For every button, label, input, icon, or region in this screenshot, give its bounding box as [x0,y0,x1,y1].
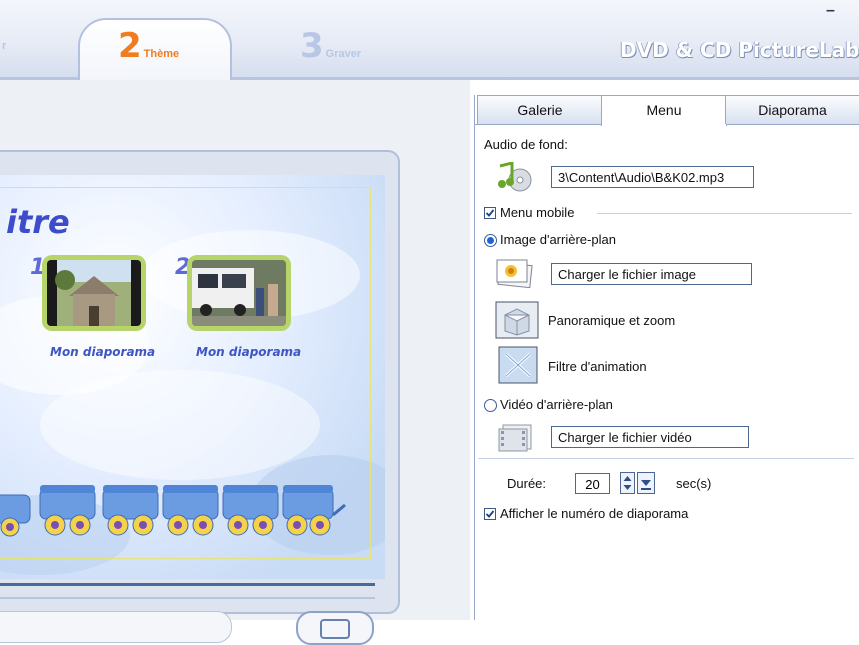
menu-preview-canvas[interactable]: itre 1 Mon diaporama 2 Mon diaporama [0,175,385,579]
show-number-checkbox[interactable] [484,508,496,520]
train-decoration [0,485,346,537]
menu-title-text[interactable]: itre [6,203,70,241]
bg-video-radio[interactable] [484,399,497,412]
preview-bottom-divider [0,597,375,599]
menu-mobile-divider [597,213,852,214]
music-note-icon[interactable] [494,162,536,192]
step-3-label: Graver [325,48,362,60]
show-number-label[interactable]: Afficher le numéro de diaporama [500,506,688,521]
pan-zoom-label[interactable]: Panoramique et zoom [548,313,675,328]
duration-unit: sec(s) [676,476,712,491]
animation-filter-label[interactable]: Filtre d'animation [548,359,647,374]
step-1-tab[interactable]: r [0,40,6,52]
bg-video-label[interactable]: Vidéo d'arrière-plan [500,397,613,412]
app-title: DVD & CD PictureLab 3 [620,38,859,62]
step-3-number: 3 [300,26,324,66]
load-image-button[interactable]: Charger le fichier image [551,263,752,285]
menu-mobile-checkbox[interactable] [484,207,496,219]
duration-divider [478,458,854,459]
sparkle-filter-icon[interactable] [498,346,538,384]
preview-bottom-bar [0,583,375,586]
thumbnail-1[interactable] [42,255,146,331]
tab-menu[interactable]: Menu [601,95,727,126]
duration-spinner[interactable] [620,472,635,494]
step-2-number: 2 [118,26,142,66]
thumbnail-2-image [192,260,286,326]
duration-label: Durée: [507,476,547,491]
film-icon[interactable] [497,421,537,453]
menu-mobile-label[interactable]: Menu mobile [500,205,574,220]
thumbnail-2[interactable] [187,255,291,331]
step-2-tab-content: 2 Thème [118,26,179,66]
thumbnail-1-caption[interactable]: Mon diaporama [50,345,155,359]
thumbnail-2-caption[interactable]: Mon diaporama [196,345,301,359]
audio-file-field[interactable]: 3\Content\Audio\B&K02.mp3 [551,166,754,188]
settings-tab-bar: Galerie Menu Diaporama [474,95,859,126]
screen-icon [320,619,350,639]
checkmark-icon [485,209,495,217]
tab-galerie[interactable]: Galerie [477,95,603,124]
load-video-button[interactable]: Charger le fichier vidéo [551,426,749,448]
checkmark-icon [485,510,495,518]
navigation-control[interactable] [0,611,232,643]
tab-diaporama[interactable]: Diaporama [725,95,859,124]
thumbnail-1-image [47,260,141,326]
audio-label: Audio de fond: [484,137,568,152]
step-3-tab[interactable]: 3 Graver [300,26,361,66]
step-2-label: Thème [143,48,180,60]
chevron-down-icon [641,480,651,490]
preview-toggle-button[interactable] [296,611,374,645]
step-1-label: r [2,40,7,52]
duration-dropdown[interactable] [637,472,655,494]
minimize-button[interactable]: – [826,2,835,20]
bg-image-label[interactable]: Image d'arrière-plan [500,232,616,247]
spin-arrows-icon [623,476,632,490]
duration-input[interactable]: 20 [575,473,610,494]
image-icon[interactable] [495,258,537,288]
cube-icon[interactable] [495,301,539,339]
bg-image-radio[interactable] [484,234,497,247]
